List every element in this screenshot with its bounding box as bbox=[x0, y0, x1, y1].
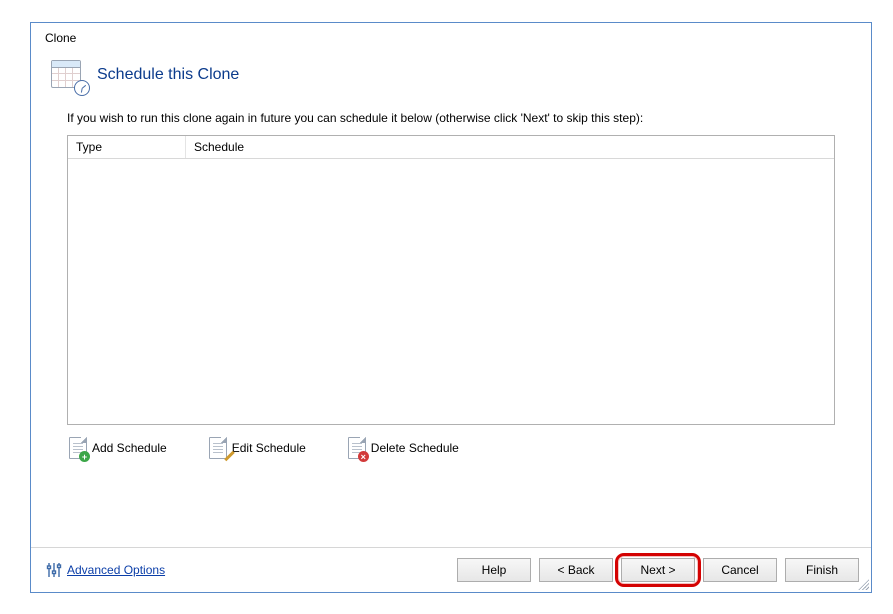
content-area: If you wish to run this clone again in f… bbox=[31, 101, 871, 531]
advanced-options-link[interactable]: Advanced Options bbox=[67, 563, 165, 577]
instruction-text: If you wish to run this clone again in f… bbox=[67, 111, 835, 125]
clone-wizard-window: Clone Schedule this Clone If you wish to… bbox=[30, 22, 872, 593]
cancel-button[interactable]: Cancel bbox=[703, 558, 777, 582]
document-add-icon: + bbox=[69, 437, 87, 459]
delete-schedule-label: Delete Schedule bbox=[371, 441, 459, 455]
column-header-type[interactable]: Type bbox=[68, 136, 186, 158]
document-delete-icon: × bbox=[348, 437, 366, 459]
page-header: Schedule this Clone bbox=[31, 47, 871, 101]
schedule-grid[interactable]: Type Schedule bbox=[67, 135, 835, 425]
edit-schedule-button[interactable]: Edit Schedule bbox=[209, 437, 306, 459]
add-schedule-label: Add Schedule bbox=[92, 441, 167, 455]
edit-schedule-label: Edit Schedule bbox=[232, 441, 306, 455]
grid-header-row: Type Schedule bbox=[68, 136, 834, 159]
resize-grip[interactable] bbox=[857, 578, 869, 590]
delete-schedule-button[interactable]: × Delete Schedule bbox=[348, 437, 459, 459]
schedule-toolbar: + Add Schedule Edit Schedule × Delete Sc… bbox=[67, 425, 835, 459]
calendar-clock-icon bbox=[51, 57, 87, 93]
window-title: Clone bbox=[31, 23, 871, 47]
add-schedule-button[interactable]: + Add Schedule bbox=[69, 437, 167, 459]
next-button[interactable]: Next > bbox=[621, 558, 695, 582]
finish-button[interactable]: Finish bbox=[785, 558, 859, 582]
page-title: Schedule this Clone bbox=[97, 66, 239, 84]
document-edit-icon bbox=[209, 437, 227, 459]
column-header-schedule[interactable]: Schedule bbox=[186, 136, 834, 158]
wizard-footer: Advanced Options Help < Back Next > Canc… bbox=[31, 548, 871, 592]
sliders-icon bbox=[45, 561, 63, 579]
back-button[interactable]: < Back bbox=[539, 558, 613, 582]
help-button[interactable]: Help bbox=[457, 558, 531, 582]
